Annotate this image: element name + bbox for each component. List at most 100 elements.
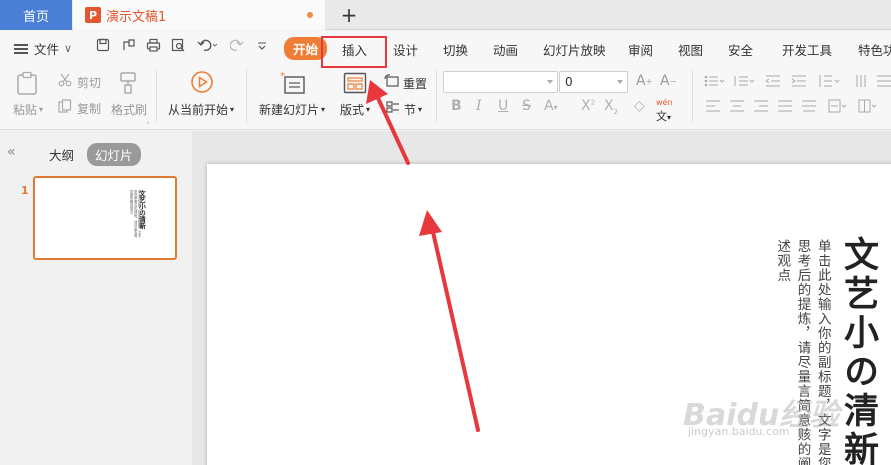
slide-title[interactable]: 文艺小の清新: [838, 236, 878, 465]
file-menu[interactable]: 文件 ∨: [14, 39, 72, 58]
tab-bar: 首页 P 演示文稿1 +: [0, 0, 891, 30]
tab-special[interactable]: 特色功: [858, 40, 891, 59]
chevron-down-icon: [617, 80, 623, 84]
hamburger-icon: [14, 43, 28, 54]
font-size-select[interactable]: 0: [559, 71, 628, 93]
tab-design[interactable]: 设计: [393, 40, 418, 59]
format-painter-label[interactable]: 格式刷: [111, 101, 147, 118]
format-painter-icon[interactable]: [118, 71, 138, 95]
menu-bar: 文件 ∨ 开始 插入 设计 切换 动画 幻灯片放映 审阅 视图 安全 开发工具 …: [0, 31, 891, 63]
copy-label: 复制: [77, 102, 102, 116]
new-slide-button[interactable]: 新建幻灯片 ▾: [259, 101, 325, 118]
slide-number: 1: [21, 184, 29, 197]
tab-review[interactable]: 审阅: [628, 40, 653, 59]
italic-icon[interactable]: I: [476, 98, 482, 114]
justify-icon[interactable]: [778, 100, 792, 112]
layout-icon[interactable]: [343, 72, 367, 94]
tab-document[interactable]: P 演示文稿1: [73, 0, 325, 30]
phonetic-icon[interactable]: wén 文▾: [656, 95, 673, 124]
redo-icon[interactable]: [230, 38, 244, 52]
watermark-url: jingyan.baidu.com: [688, 425, 790, 438]
thumbnail-subtitle: 单击此处输入你的副标题，文字是您思考后的提炼，请尽量言简意赅的阐述观点: [129, 190, 142, 238]
tab-view[interactable]: 视图: [678, 40, 703, 59]
numbered-list-icon[interactable]: [734, 75, 754, 87]
chevron-down-icon: [547, 80, 553, 84]
ribbon-toolbar: 粘贴 ▾ 剪切 复制 格式刷 ⌟ 从当前开始 ▾ * 新建幻灯片 ▾ 版式 ▾ 重置 节…: [0, 63, 891, 130]
subscript-icon[interactable]: X2: [604, 98, 618, 116]
cut-label: 剪切: [77, 76, 102, 90]
section-icon[interactable]: [386, 100, 400, 114]
new-slide-icon[interactable]: *: [280, 71, 306, 95]
text-direction-icon[interactable]: [855, 74, 869, 88]
underline-icon[interactable]: U: [498, 98, 508, 114]
font-name-select[interactable]: [443, 71, 558, 93]
text-effect-icon[interactable]: A▾: [544, 98, 558, 114]
reset-label[interactable]: 重置: [403, 75, 427, 92]
svg-text:*: *: [280, 71, 285, 82]
presentation-icon: P: [85, 7, 101, 23]
tab-document-label: 演示文稿1: [106, 9, 167, 25]
bullet-list-icon[interactable]: [704, 75, 724, 87]
columns-icon[interactable]: [877, 74, 891, 88]
customize-dropdown-icon[interactable]: [257, 41, 267, 51]
play-icon[interactable]: [190, 70, 214, 94]
chevron-down-icon: ▾: [418, 105, 423, 114]
align-right-icon[interactable]: [754, 100, 768, 112]
play-from-current-label: 从当前开始: [168, 103, 229, 117]
copy-icon[interactable]: [58, 99, 72, 113]
line-spacing-icon[interactable]: [818, 74, 840, 88]
collapse-panel-icon[interactable]: «: [7, 144, 16, 160]
undo-icon[interactable]: [197, 38, 219, 52]
divider: [436, 69, 437, 123]
save-icon[interactable]: [96, 38, 110, 52]
increase-indent-icon[interactable]: [792, 75, 806, 87]
divider: [246, 69, 247, 123]
launcher-icon[interactable]: ⌟: [146, 117, 149, 125]
file-menu-label: 文件: [34, 42, 60, 57]
cut-icon[interactable]: [58, 73, 72, 87]
increase-font-icon[interactable]: A +: [636, 73, 652, 89]
smartart-icon[interactable]: [858, 99, 878, 113]
new-tab-button[interactable]: +: [336, 2, 362, 28]
align-left-icon[interactable]: [706, 100, 720, 112]
eraser-icon[interactable]: ◇: [634, 98, 645, 114]
tab-home[interactable]: 首页: [0, 0, 72, 30]
annotation-highlight-box: [321, 36, 387, 68]
section-label: 节: [404, 103, 417, 117]
tab-outline[interactable]: 大纲: [49, 145, 74, 164]
slide-panel: « 大纲 幻灯片 1 文艺小の清新 单击此处输入你的副标题，文字是您思考后的提炼…: [0, 131, 192, 465]
decrease-font-icon[interactable]: A −: [660, 73, 676, 89]
strikethrough-icon[interactable]: S: [522, 98, 531, 114]
print-preview-icon[interactable]: [171, 38, 186, 52]
chevron-down-icon: ∨: [64, 42, 73, 55]
slide-thumbnail[interactable]: 文艺小の清新 单击此处输入你的副标题，文字是您思考后的提炼，请尽量言简意赅的阐述…: [33, 176, 177, 260]
play-from-current-button[interactable]: 从当前开始 ▾: [168, 101, 234, 118]
paste-icon[interactable]: [16, 71, 38, 95]
new-slide-label: 新建幻灯片: [259, 103, 320, 117]
layout-label: 版式: [340, 103, 365, 117]
paste-button[interactable]: 粘贴 ▾: [13, 101, 43, 118]
bold-icon[interactable]: B: [451, 98, 462, 114]
reset-icon[interactable]: [384, 74, 399, 88]
distributed-icon[interactable]: [802, 100, 816, 112]
font-size-value: 0: [565, 75, 573, 89]
layout-button[interactable]: 版式 ▾: [340, 101, 370, 118]
tab-animation[interactable]: 动画: [493, 40, 518, 59]
chevron-down-icon: ▾: [39, 105, 44, 114]
divider: [156, 69, 157, 123]
align-center-icon[interactable]: [730, 100, 744, 112]
tab-security[interactable]: 安全: [728, 40, 753, 59]
unsaved-dot-icon: [307, 12, 313, 18]
vertical-align-icon[interactable]: [828, 99, 848, 113]
chevron-down-icon: ▾: [230, 105, 235, 114]
tab-slides[interactable]: 幻灯片: [87, 143, 141, 166]
decrease-indent-icon[interactable]: [766, 75, 780, 87]
tab-developer[interactable]: 开发工具: [782, 40, 832, 59]
print-icon[interactable]: [146, 38, 161, 52]
tab-slideshow[interactable]: 幻灯片放映: [543, 40, 606, 59]
tab-transition[interactable]: 切换: [443, 40, 468, 59]
section-button[interactable]: 节 ▾: [404, 101, 422, 118]
chevron-down-icon: ▾: [321, 105, 326, 114]
output-icon[interactable]: [122, 38, 136, 52]
superscript-icon[interactable]: X2: [581, 98, 595, 114]
